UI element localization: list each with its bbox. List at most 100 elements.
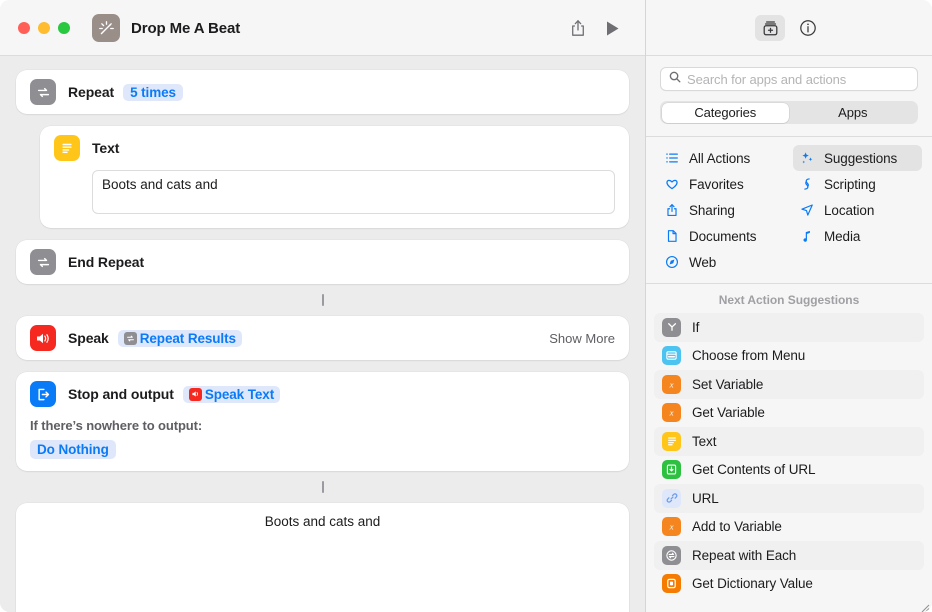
sidebar-item-media[interactable]: Media — [793, 223, 922, 249]
sidebar-item-location[interactable]: Location — [793, 197, 922, 223]
speak-text-token[interactable]: Speak Text — [182, 385, 281, 403]
text-action-body: Boots and cats and — [40, 170, 629, 228]
shortcut-glyph-icon — [92, 14, 120, 42]
show-more-button[interactable]: Show More — [549, 331, 615, 346]
text-input-field[interactable]: Boots and cats and — [92, 170, 615, 214]
flow-connector — [321, 481, 324, 493]
list-item[interactable]: URL — [654, 484, 924, 513]
action-title: Stop and output — [68, 386, 174, 402]
token-label: Repeat Results — [139, 330, 236, 346]
suggestions-list[interactable]: If Choose from Menu x Set Variable x Get… — [646, 313, 932, 598]
stop-output-sublabel: If there’s nowhere to output: — [30, 418, 203, 433]
action-title: Speak — [68, 330, 109, 346]
heart-icon — [664, 177, 680, 191]
stop-output-row[interactable]: Stop and output Speak Text — [16, 372, 629, 416]
add-action-button[interactable] — [755, 15, 785, 41]
info-button[interactable] — [793, 15, 823, 41]
action-card-end-repeat[interactable]: End Repeat — [16, 240, 629, 284]
library-segmented-control[interactable]: Categories Apps — [660, 101, 918, 124]
paper-plane-icon — [799, 203, 815, 217]
share-button[interactable] — [561, 13, 595, 43]
output-preview-card[interactable]: Boots and cats and — [16, 503, 629, 612]
shortcuts-window: Drop Me A Beat Repeat 5 times Text Boots… — [0, 0, 932, 612]
do-nothing-chip[interactable]: Do Nothing — [30, 440, 116, 459]
search-icon — [669, 70, 681, 88]
spacer-conn-2-bottom — [16, 493, 629, 503]
stop-output-chip-row: Do Nothing — [30, 440, 615, 459]
speaker-wave-icon — [30, 325, 56, 351]
branch-icon — [662, 317, 681, 337]
list-item-label: Get Contents of URL — [692, 462, 816, 478]
action-card-repeat[interactable]: Repeat 5 times — [16, 70, 629, 114]
list-item-label: Get Dictionary Value — [692, 576, 813, 592]
list-item-label: If — [692, 319, 700, 335]
stop-output-icon — [30, 381, 56, 407]
text-row[interactable]: Text — [40, 126, 629, 170]
list-item[interactable]: Choose from Menu — [654, 342, 924, 371]
sidebar-item-label: Documents — [689, 228, 757, 244]
list-item-label: Text — [692, 433, 717, 449]
repeat-row[interactable]: Repeat 5 times — [16, 70, 629, 114]
sidebar-item-scripting[interactable]: Scripting — [793, 171, 922, 197]
action-card-stop-and-output[interactable]: Stop and output Speak Text If there’s no… — [16, 372, 629, 471]
action-card-speak[interactable]: Speak Repeat Results Show More — [16, 316, 629, 360]
list-item[interactable]: Text — [654, 427, 924, 456]
library-tabs-section: Categories Apps — [646, 91, 932, 124]
list-item[interactable]: Repeat with Each — [654, 541, 924, 570]
action-title: Text — [92, 140, 120, 156]
resize-grip[interactable] — [920, 600, 930, 612]
speak-row[interactable]: Speak Repeat Results Show More — [16, 316, 629, 360]
flow-connector — [321, 294, 324, 306]
list-item-label: Get Variable — [692, 405, 765, 421]
svg-text:x: x — [669, 379, 674, 389]
minimize-button[interactable] — [38, 22, 50, 34]
sidebar-item-suggestions[interactable]: Suggestions — [793, 145, 922, 171]
list-item-label: Choose from Menu — [692, 348, 806, 364]
svg-text:x: x — [669, 408, 674, 418]
token-label: Speak Text — [204, 386, 275, 402]
list-item[interactable]: x Set Variable — [654, 370, 924, 399]
action-title: Repeat — [68, 84, 115, 100]
share-icon — [664, 203, 680, 217]
end-repeat-row[interactable]: End Repeat — [16, 240, 629, 284]
repeat-icon — [662, 545, 681, 565]
sidebar-item-all-actions[interactable]: All Actions — [658, 145, 787, 171]
action-card-text[interactable]: Text Boots and cats and — [40, 126, 629, 228]
search-section: Search for apps and actions — [646, 56, 932, 91]
svg-text:x: x — [669, 522, 674, 532]
tab-categories[interactable]: Categories — [661, 102, 789, 123]
action-title: End Repeat — [68, 254, 145, 270]
dictionary-icon — [662, 574, 681, 594]
sidebar-item-favorites[interactable]: Favorites — [658, 171, 787, 197]
list-item[interactable]: If — [654, 313, 924, 342]
repeat-results-token[interactable]: Repeat Results — [117, 329, 242, 347]
sidebar-item-web[interactable]: Web — [658, 249, 787, 275]
music-note-icon — [799, 229, 815, 243]
play-button[interactable] — [595, 13, 629, 43]
list-item[interactable]: Get Dictionary Value — [654, 570, 924, 599]
variable-x-icon: x — [662, 374, 681, 394]
traffic-lights — [18, 22, 70, 34]
actions-canvas[interactable]: Repeat 5 times Text Boots and cats and E… — [0, 56, 645, 612]
url-contents-icon — [662, 460, 681, 480]
stop-output-body: If there’s nowhere to output: Do Nothing — [16, 416, 629, 471]
variable-x-icon: x — [662, 517, 681, 537]
document-icon — [664, 229, 680, 243]
list-item[interactable]: x Add to Variable — [654, 513, 924, 542]
tab-apps[interactable]: Apps — [789, 103, 917, 123]
text-lines-icon — [662, 431, 681, 451]
spacer-conn-1-top — [16, 284, 629, 294]
sidebar-item-label: All Actions — [689, 150, 751, 166]
list-item[interactable]: Get Contents of URL — [654, 456, 924, 485]
sparkles-icon — [799, 151, 815, 165]
list-item[interactable]: x Get Variable — [654, 399, 924, 428]
sidebar-item-label: Location — [824, 202, 875, 218]
search-field[interactable]: Search for apps and actions — [660, 67, 918, 91]
repeat-count-token[interactable]: 5 times — [123, 83, 183, 101]
close-button[interactable] — [18, 22, 30, 34]
maximize-button[interactable] — [58, 22, 70, 34]
sidebar-item-sharing[interactable]: Sharing — [658, 197, 787, 223]
sidebar-item-documents[interactable]: Documents — [658, 223, 787, 249]
sidebar-item-label: Scripting — [824, 176, 876, 192]
list-item-label: Add to Variable — [692, 519, 782, 535]
